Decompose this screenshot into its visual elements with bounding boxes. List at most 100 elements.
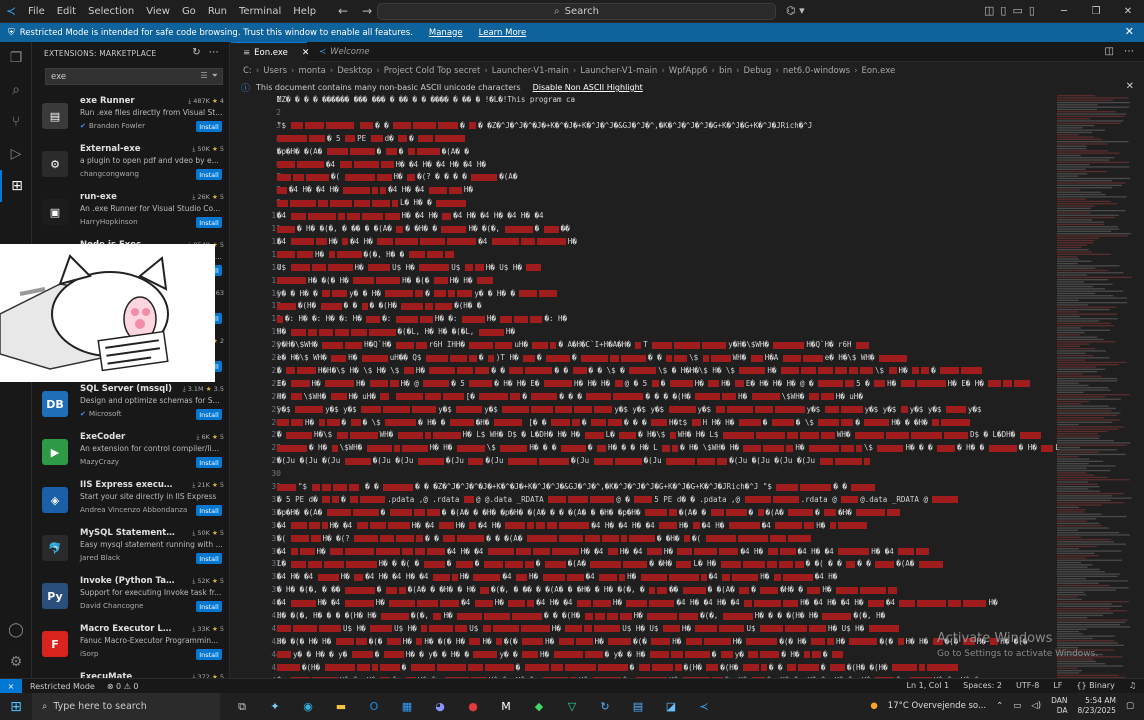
notification-icon[interactable]: ▢ (1126, 701, 1134, 711)
breadcrumb-segment[interactable]: Project Cold Top secret (384, 66, 481, 76)
remote-indicator-icon[interactable]: ⨯ (0, 678, 22, 694)
network-icon[interactable]: ▭ (1013, 701, 1021, 711)
file-explorer-icon[interactable]: ▬ (329, 697, 353, 717)
menu-help[interactable]: Help (287, 6, 322, 17)
restricted-mode-status[interactable]: Restricted Mode (30, 682, 95, 691)
toggle-panel-icon[interactable]: ▭ (1012, 4, 1022, 17)
outlook-icon[interactable]: O (362, 697, 386, 717)
extension-item[interactable]: ▶ ExeCoder ⤓ 6K ★ 5 An extension for contro… (32, 429, 229, 477)
extension-item[interactable]: Py Invoke (Python Task ... ⤓ 52K ★ 5 Suppor… (32, 573, 229, 621)
problems-status[interactable]: ⊗ 0 ⚠ 0 (107, 682, 139, 691)
menu-run[interactable]: Run (202, 6, 233, 17)
clock[interactable]: 5:54 AM 8/23/2025 (1078, 696, 1116, 716)
copilot-app-icon[interactable]: ✦ (263, 697, 287, 717)
source-control-icon[interactable]: ⑂ (0, 106, 32, 138)
breadcrumb-segment[interactable]: Desktop (337, 66, 372, 76)
close-notice-icon[interactable]: ✕ (1126, 81, 1134, 92)
close-banner-icon[interactable]: ✕ (1125, 25, 1134, 38)
customize-layout-icon[interactable]: ◫ (984, 4, 994, 17)
eol-status[interactable]: LF (1053, 681, 1062, 690)
disable-highlight-link[interactable]: Disable Non ASCII Highlight (533, 83, 643, 92)
extension-item[interactable]: ◈ IIS Express executer ⤓ 21K ★ 5 Start your… (32, 477, 229, 525)
weather-icon[interactable]: ● (870, 701, 877, 711)
menu-terminal[interactable]: Terminal (233, 6, 287, 17)
learn-more-link[interactable]: Learn More (479, 28, 527, 38)
vpn-shield-icon[interactable]: ▽ (560, 697, 584, 717)
breadcrumb-segment[interactable]: Launcher-V1-main (492, 66, 569, 76)
language-mode-status[interactable]: {} Binary (1076, 681, 1114, 690)
install-button[interactable]: Install (196, 649, 222, 660)
extension-item[interactable]: 🐬 MySQL Statement Scr... ⤓ 50K ★ 5 Easy mys… (32, 525, 229, 573)
weather-text[interactable]: 17°C Overvejende so... (888, 701, 986, 711)
breadcrumb-segment[interactable]: C: (243, 66, 252, 76)
cursor-position[interactable]: Ln 1, Col 1 (907, 681, 950, 690)
more-actions-icon[interactable]: ⋯ (209, 47, 219, 58)
code-editor[interactable]: 1234567891011121314151617181920212223242… (231, 95, 1144, 678)
back-arrow-icon[interactable]: ← (338, 4, 348, 18)
toggle-primary-sidebar-icon[interactable]: ▯ (1000, 4, 1006, 17)
refresh-app-icon[interactable]: ↻ (593, 697, 617, 717)
command-center-search[interactable]: ⌕ Search (377, 3, 776, 20)
edge-browser-icon[interactable]: ◉ (296, 697, 320, 717)
install-button[interactable]: Install (196, 601, 222, 612)
breadcrumb-segment[interactable]: WpfApp6 (669, 66, 708, 76)
install-button[interactable]: Install (196, 553, 222, 564)
breadcrumb-segment[interactable]: Eon.exe (861, 66, 895, 76)
red-app-icon[interactable]: ● (461, 697, 485, 717)
menu-go[interactable]: Go (176, 6, 202, 17)
install-button[interactable]: Install (196, 169, 222, 180)
task-view-icon[interactable]: ⧉ (230, 697, 254, 717)
vscode-taskbar-icon[interactable]: ≺ (692, 697, 716, 717)
search-view-icon[interactable]: ⌕ (0, 74, 32, 106)
extension-item[interactable]: ExecuMate⤓ 372 ★ 5Install (32, 669, 229, 678)
encoding-status[interactable]: UTF-8 (1016, 681, 1039, 690)
clear-filter-icon[interactable]: ☰ (200, 71, 207, 81)
account-icon[interactable]: ◯ (0, 614, 32, 646)
menu-selection[interactable]: Selection (82, 6, 140, 17)
breadcrumb-segment[interactable]: Users (263, 66, 287, 76)
explorer-icon[interactable]: ❐ (0, 42, 32, 74)
m-app-icon[interactable]: M (494, 697, 518, 717)
menu-file[interactable]: File (22, 6, 51, 17)
discord-icon[interactable]: ◕ (428, 697, 452, 717)
extension-search-input[interactable]: exe ☰ ⏷ (45, 68, 223, 85)
breadcrumb-segment[interactable]: Launcher-V1-main (580, 66, 657, 76)
split-editor-icon[interactable]: ◫ (1105, 46, 1114, 57)
green-app-icon[interactable]: ◆ (527, 697, 551, 717)
tab-eon-exe[interactable]: ≡ Eon.exe ✕ (231, 42, 309, 62)
extension-item[interactable]: ⚙ External-exe ⤓ 50K ★ 5a plugin to open p… (32, 141, 229, 189)
install-button[interactable]: Install (196, 217, 222, 228)
notifications-bell-icon[interactable]: ♫ (1129, 681, 1136, 690)
code-area[interactable]: MZ� � � � ������ ��� ��� � �� � � ���� �… (277, 95, 1060, 678)
run-debug-icon[interactable]: ▷ (0, 138, 32, 170)
manage-link[interactable]: Manage (429, 28, 463, 38)
extension-item[interactable]: FMacro Executor Langu...⤓ 33K ★ 5Fanuc M… (32, 621, 229, 669)
taskbar-search-box[interactable]: ⌕ Type here to search (32, 693, 220, 720)
minimap[interactable] (1057, 95, 1132, 678)
tab-welcome[interactable]: ≺ Welcome (307, 42, 387, 62)
tray-overflow-icon[interactable]: ⌃ (996, 701, 1003, 711)
minimize-icon[interactable]: ─ (1048, 0, 1080, 23)
menu-edit[interactable]: Edit (51, 6, 82, 17)
install-button[interactable]: Install (196, 409, 222, 420)
language-indicator[interactable]: DAN DA (1051, 696, 1067, 716)
notepad-icon[interactable]: ▤ (626, 697, 650, 717)
restore-icon[interactable]: ❐ (1080, 0, 1112, 23)
copilot-icon[interactable]: ⌬ ▾ (786, 4, 805, 17)
extension-item[interactable]: DB SQL Server (mssql) ⤓ 3.1M ★ 3.5 Design a… (32, 381, 229, 429)
indentation-status[interactable]: Spaces: 2 (963, 681, 1002, 690)
install-button[interactable]: Install (196, 505, 222, 516)
extension-item[interactable]: ▣ run-exe ⤓ 26K ★ 5 An .exe Runner for Visu… (32, 189, 229, 237)
volume-icon[interactable]: ◁) (1031, 701, 1041, 711)
windows-start-icon[interactable]: ⊞ (0, 699, 32, 715)
breadcrumb-segment[interactable]: Debug (744, 66, 772, 76)
refresh-icon[interactable]: ↻ (192, 47, 201, 58)
filter-icon[interactable]: ⏷ (212, 71, 218, 81)
menu-view[interactable]: View (140, 6, 176, 17)
extension-item[interactable]: ▤ exe Runner ⤓ 487K ★ 4 Run .exe files dire… (32, 93, 229, 141)
blue-app-icon[interactable]: ◪ (659, 697, 683, 717)
breadcrumb-segment[interactable]: bin (719, 66, 732, 76)
breadcrumb-segment[interactable]: monta (298, 66, 325, 76)
install-button[interactable]: Install (196, 121, 222, 132)
toggle-secondary-sidebar-icon[interactable]: ▯ (1029, 4, 1035, 17)
